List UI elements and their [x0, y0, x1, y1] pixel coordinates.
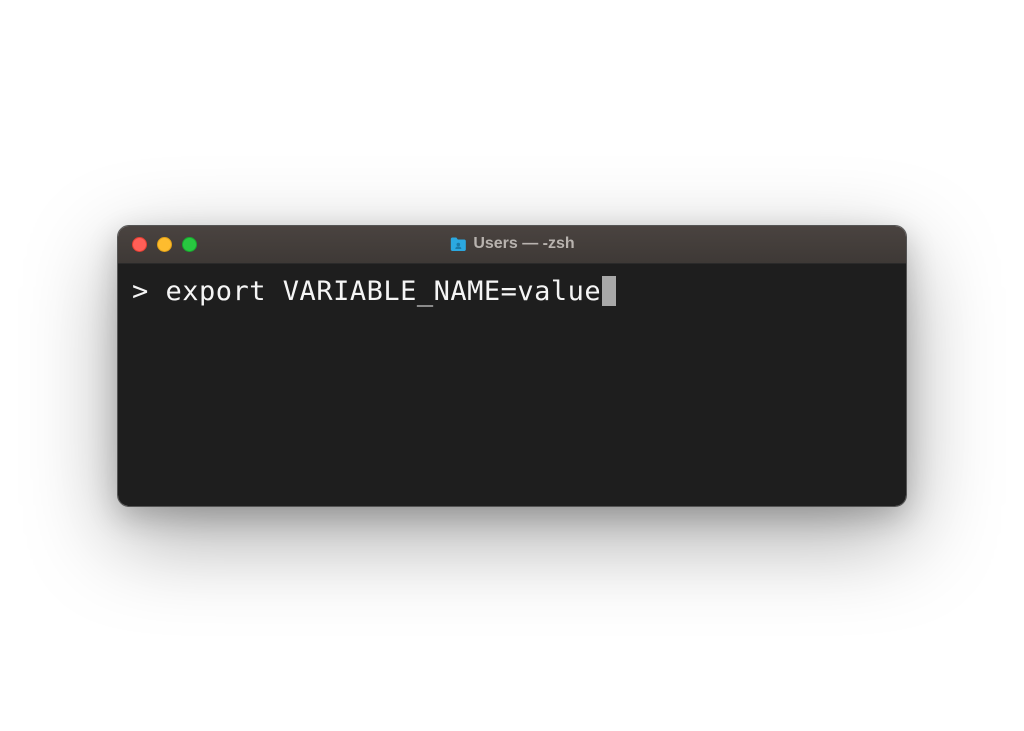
cursor: [602, 276, 616, 306]
folder-users-icon: [449, 237, 467, 252]
traffic-lights: [132, 237, 197, 252]
window-title-container: Users — -zsh: [449, 235, 574, 253]
terminal-body[interactable]: > export VARIABLE_NAME=value: [118, 264, 906, 506]
prompt: >: [132, 274, 166, 309]
command-text: export VARIABLE_NAME=value: [166, 274, 602, 309]
maximize-button[interactable]: [182, 237, 197, 252]
title-bar[interactable]: Users — -zsh: [118, 226, 906, 264]
terminal-line: > export VARIABLE_NAME=value: [132, 274, 892, 309]
window-title: Users — -zsh: [473, 235, 574, 253]
minimize-button[interactable]: [157, 237, 172, 252]
terminal-window: Users — -zsh > export VARIABLE_NAME=valu…: [117, 225, 907, 507]
close-button[interactable]: [132, 237, 147, 252]
